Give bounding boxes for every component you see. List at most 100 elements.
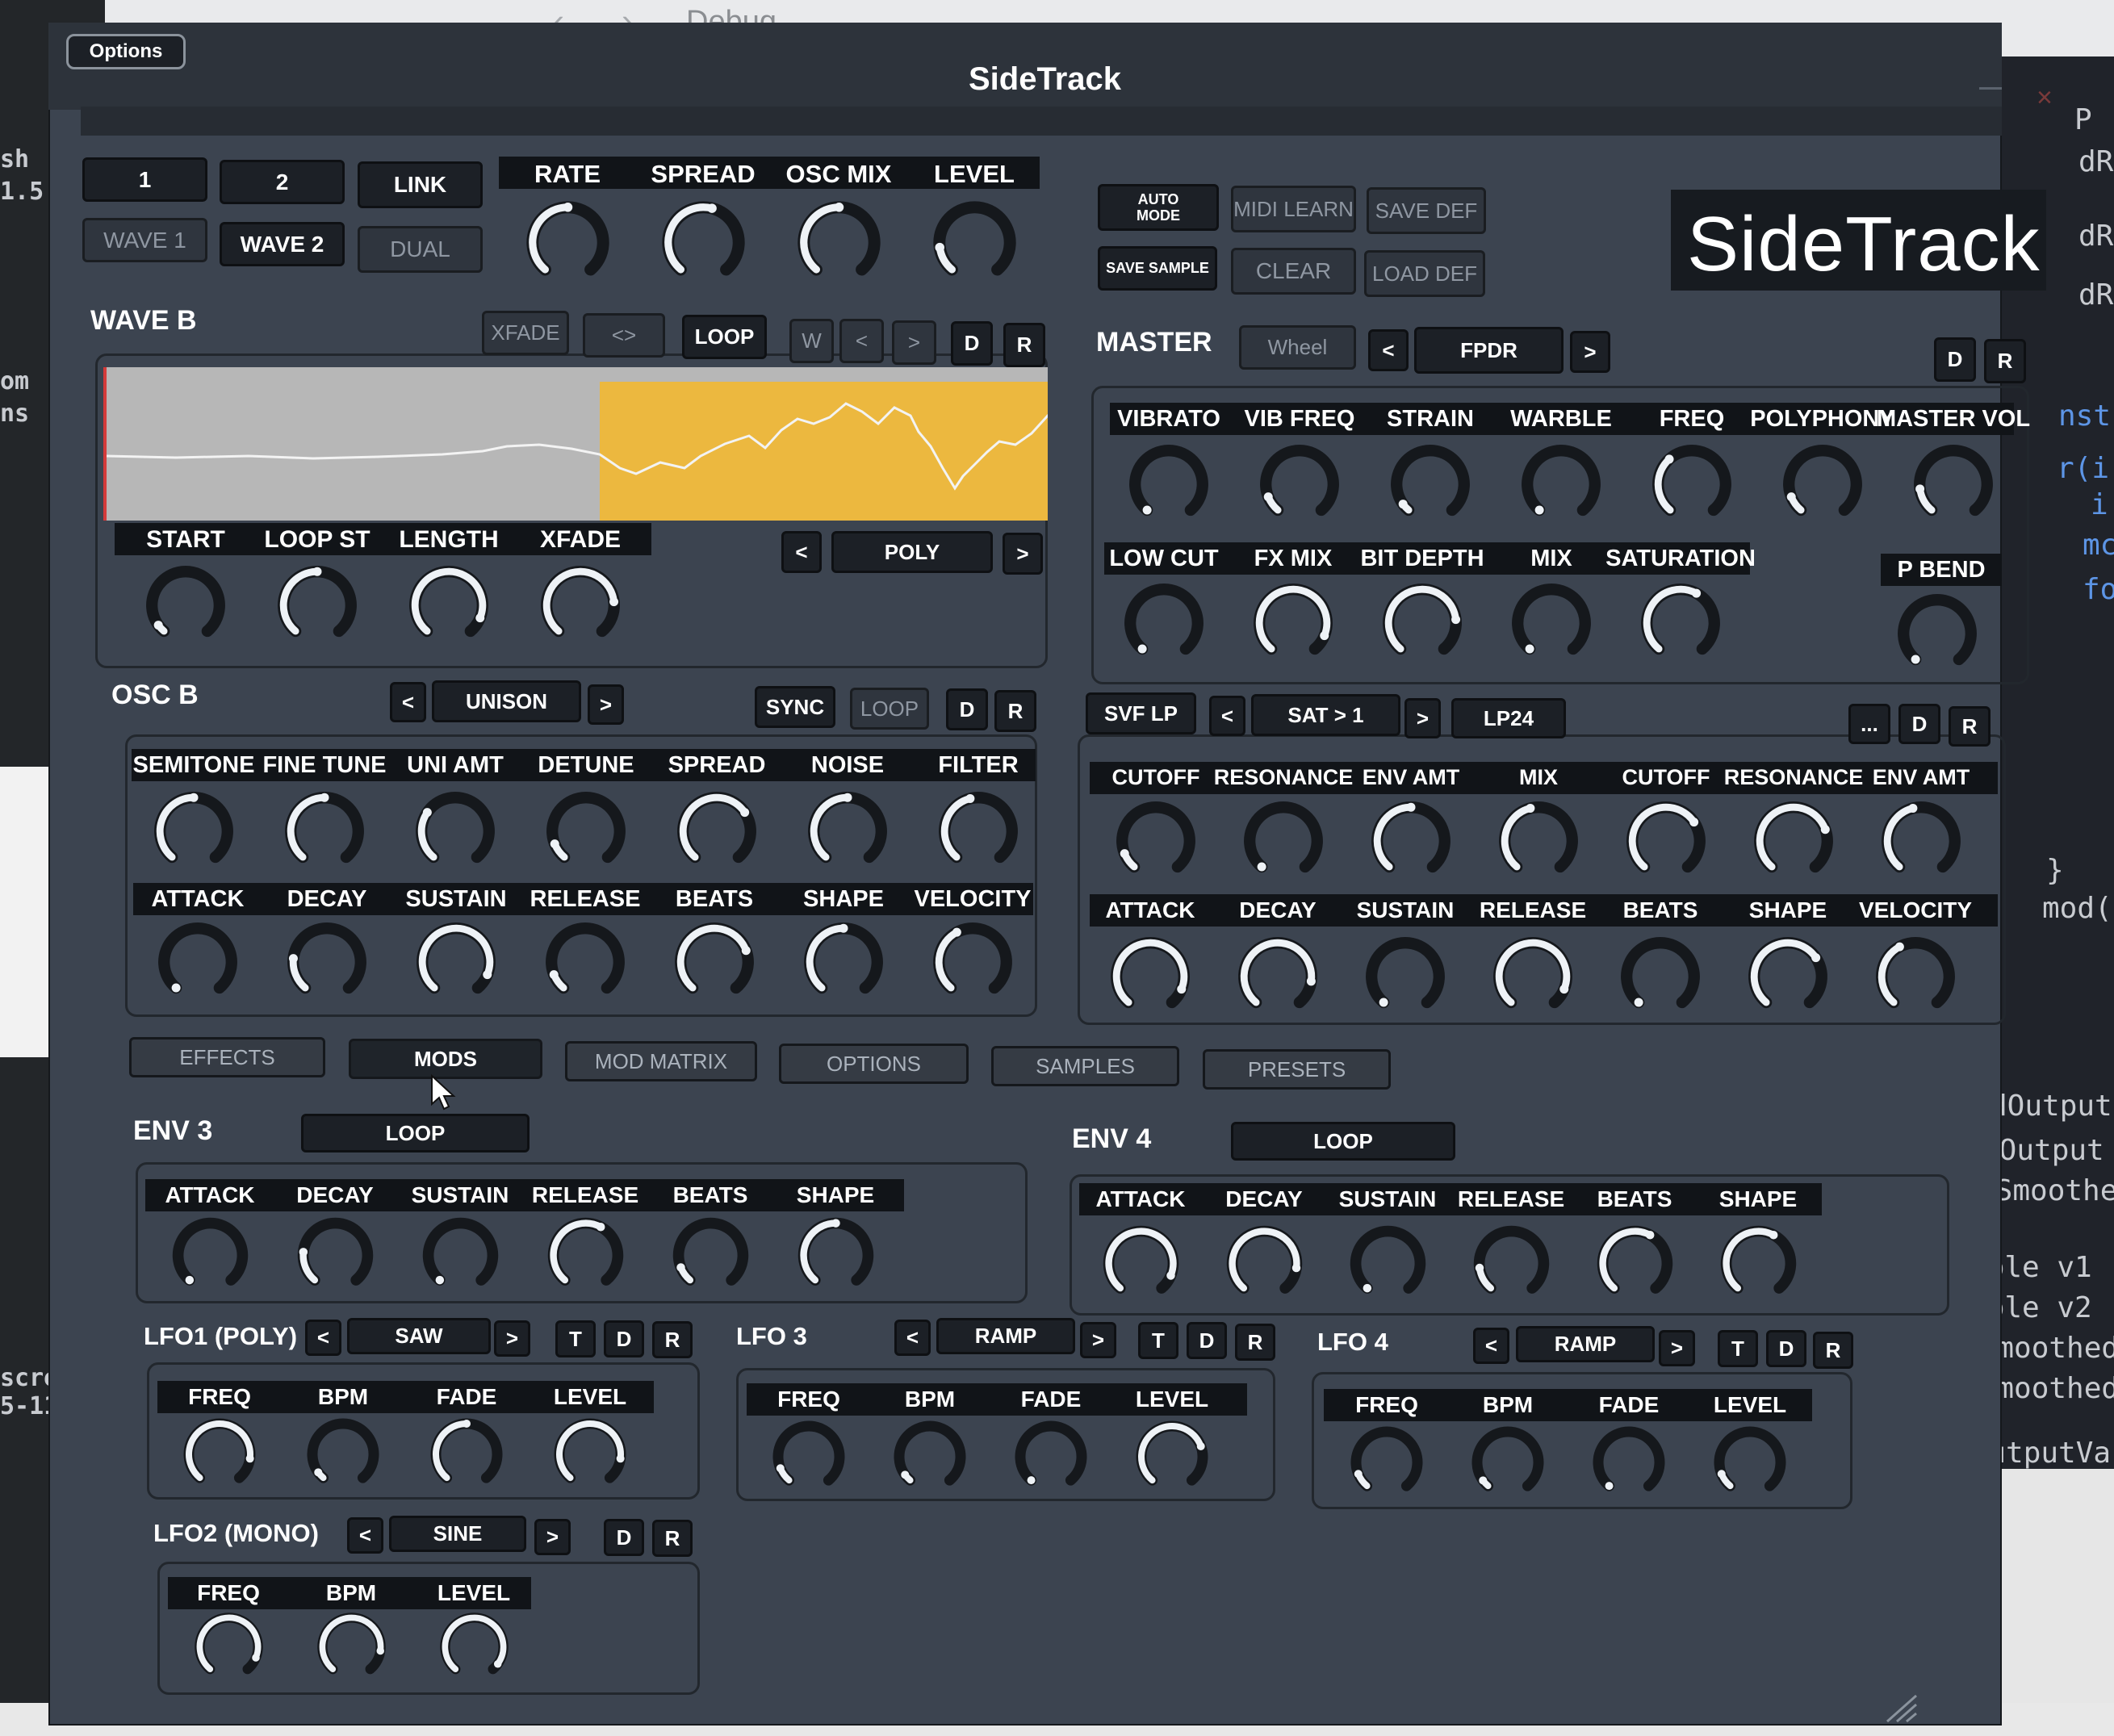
osc-fine-tune-knob[interactable] — [280, 787, 369, 876]
master-next-button[interactable]: > — [1570, 331, 1610, 373]
link-button[interactable]: LINK — [358, 161, 483, 208]
env3-attack-knob[interactable] — [168, 1213, 253, 1298]
master-low-cut-knob[interactable] — [1120, 579, 1208, 667]
lfo2-wave-select[interactable]: SINE — [389, 1516, 526, 1552]
master-fx-mix-knob[interactable] — [1249, 579, 1337, 667]
wave-loop-button[interactable]: LOOP — [682, 315, 767, 359]
master-freq-knob[interactable] — [1647, 440, 1736, 529]
sat-prev-button[interactable]: < — [1209, 696, 1245, 736]
osc-decay-knob[interactable] — [283, 918, 371, 1006]
filter-beats-knob[interactable] — [1616, 932, 1705, 1021]
wave-d-button[interactable]: D — [951, 321, 993, 366]
tab-effects[interactable]: EFFECTS — [129, 1037, 325, 1077]
osc-r-button[interactable]: R — [994, 690, 1036, 732]
env3-beats-knob[interactable] — [668, 1213, 753, 1298]
osc-prev-button[interactable]: < — [390, 682, 426, 722]
top-level-knob[interactable] — [928, 196, 1021, 289]
master-polyphony-knob[interactable] — [1778, 440, 1867, 529]
env4-loop-button[interactable]: LOOP — [1231, 1122, 1455, 1161]
master-bit-depth-knob[interactable] — [1378, 579, 1467, 667]
env4-sustain-knob[interactable] — [1346, 1221, 1430, 1306]
master-vib-freq-knob[interactable] — [1255, 440, 1344, 529]
filter-type-select[interactable]: SVF LP — [1086, 692, 1196, 734]
env4-attack-knob[interactable] — [1099, 1221, 1183, 1306]
osc-filter-knob[interactable] — [934, 787, 1023, 876]
lfo1-fade-knob[interactable] — [426, 1414, 507, 1495]
wave-w-button[interactable]: W — [789, 319, 834, 363]
lfo1-freq-knob[interactable] — [179, 1414, 260, 1495]
top-osc-mix-knob[interactable] — [793, 196, 885, 289]
lfo2-r-button[interactable]: R — [652, 1520, 693, 1557]
lfo1-d-button[interactable]: D — [604, 1320, 644, 1357]
top-rate-knob[interactable] — [521, 196, 614, 289]
lfo2-prev-button[interactable]: < — [347, 1517, 383, 1554]
lfo3-next-button[interactable]: > — [1080, 1322, 1116, 1358]
lfo4-d-button[interactable]: D — [1766, 1330, 1806, 1367]
filter-shape-knob[interactable] — [1744, 932, 1832, 1021]
xfade-button[interactable]: XFADE — [482, 311, 569, 355]
lfo3-prev-button[interactable]: < — [894, 1320, 931, 1356]
save-def-button[interactable]: SAVE DEF — [1367, 187, 1486, 234]
lfo4-freq-knob[interactable] — [1346, 1422, 1427, 1503]
wave-2-button[interactable]: WAVE 2 — [220, 222, 345, 266]
osc-semitone-knob[interactable] — [149, 787, 238, 876]
master-prev-button[interactable]: < — [1368, 329, 1409, 371]
env3-loop-button[interactable]: LOOP — [301, 1114, 530, 1152]
filter-mix-knob[interactable] — [1494, 797, 1583, 885]
tab-presets[interactable]: PRESETS — [1203, 1049, 1391, 1090]
osc-detune-knob[interactable] — [542, 787, 630, 876]
lfo3-wave-select[interactable]: RAMP — [936, 1318, 1075, 1354]
osc-velocity-knob[interactable] — [928, 918, 1017, 1006]
unison-mode-select[interactable]: UNISON — [432, 680, 581, 722]
filter-attack-knob[interactable] — [1106, 932, 1195, 1021]
osc-shape-knob[interactable] — [799, 918, 888, 1006]
filter-r-button[interactable]: R — [1949, 706, 1991, 747]
lfo3-freq-knob[interactable] — [768, 1416, 849, 1497]
resize-grip-icon[interactable] — [1879, 1691, 1919, 1723]
lfo3-bpm-knob[interactable] — [890, 1416, 970, 1497]
lfo4-fade-knob[interactable] — [1589, 1422, 1669, 1503]
minimize-icon[interactable] — [1979, 87, 2002, 90]
lfo3-r-button[interactable]: R — [1235, 1324, 1275, 1361]
env3-sustain-knob[interactable] — [418, 1213, 503, 1298]
poly-prev-button[interactable]: < — [781, 531, 822, 573]
lfo2-freq-knob[interactable] — [190, 1608, 267, 1685]
osc-next-button[interactable]: > — [588, 684, 624, 725]
wave-r-button[interactable]: R — [1003, 323, 1045, 367]
env4-beats-knob[interactable] — [1593, 1221, 1677, 1306]
master-mix-knob[interactable] — [1507, 579, 1596, 667]
master-r-button[interactable]: R — [1984, 339, 2026, 383]
options-button[interactable]: Options — [66, 34, 186, 69]
p-bend-knob[interactable] — [1893, 589, 1982, 678]
master-d-button[interactable]: D — [1934, 337, 1976, 382]
tab-samples[interactable]: SAMPLES — [991, 1046, 1179, 1086]
wheel-button[interactable]: Wheel — [1239, 325, 1356, 370]
lfo4-wave-select[interactable]: RAMP — [1516, 1326, 1655, 1362]
env4-release-knob[interactable] — [1469, 1221, 1554, 1306]
swap-button[interactable]: <> — [583, 313, 665, 358]
wave-loop-st-knob[interactable] — [273, 561, 362, 650]
lfo2-bpm-knob[interactable] — [313, 1608, 390, 1685]
tab-mod-matrix[interactable]: MOD MATRIX — [565, 1041, 757, 1081]
master-vibrato-knob[interactable] — [1124, 440, 1213, 529]
env4-decay-knob[interactable] — [1222, 1221, 1307, 1306]
master-strain-knob[interactable] — [1386, 440, 1475, 529]
wave-xfade-knob[interactable] — [536, 561, 625, 650]
close-icon[interactable]: × — [2037, 82, 2053, 114]
filter-resonance-knob[interactable] — [1749, 797, 1838, 885]
master-saturation-knob[interactable] — [1636, 579, 1725, 667]
osc-loop-button[interactable]: LOOP — [850, 688, 929, 730]
lfo1-bpm-knob[interactable] — [303, 1414, 383, 1495]
filter-more-button[interactable]: ... — [1848, 704, 1890, 744]
poly-mode-select[interactable]: POLY — [831, 531, 993, 573]
env4-shape-knob[interactable] — [1716, 1221, 1801, 1306]
lfo1-t-button[interactable]: T — [555, 1320, 596, 1357]
lfo2-next-button[interactable]: > — [534, 1519, 571, 1555]
lfo1-wave-select[interactable]: SAW — [347, 1318, 491, 1354]
top-spread-knob[interactable] — [657, 196, 750, 289]
saturation-mode-select[interactable]: SAT > 1 — [1251, 694, 1400, 736]
auto-mode-button[interactable]: AUTO MODE — [1098, 184, 1219, 231]
lfo1-level-knob[interactable] — [550, 1414, 630, 1495]
midi-learn-button[interactable]: MIDI LEARN — [1231, 186, 1356, 232]
lfo1-prev-button[interactable]: < — [305, 1320, 341, 1356]
